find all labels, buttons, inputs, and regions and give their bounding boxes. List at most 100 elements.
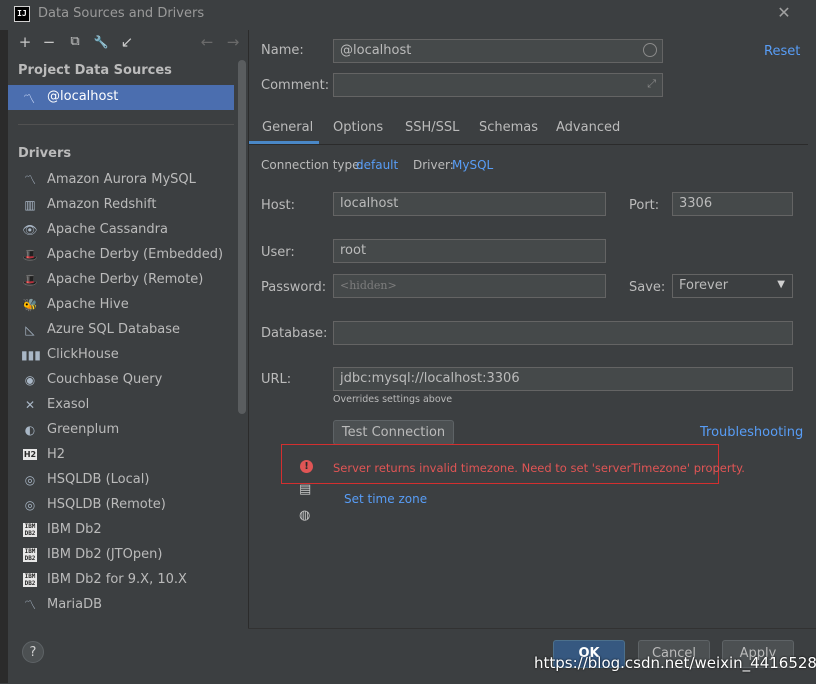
clickhouse-icon: ▮▮▮ — [21, 348, 41, 362]
driver-item[interactable]: 〽 MariaDB — [8, 593, 234, 618]
globe-icon[interactable]: ◍ — [299, 508, 310, 523]
wrench-icon[interactable]: 🔧 — [92, 32, 110, 52]
troubleshooting-link[interactable]: Troubleshooting — [700, 425, 803, 440]
url-value: jdbc:mysql://localhost:3306 — [340, 371, 520, 386]
driver-item[interactable]: 🎩 Apache Derby (Remote) — [8, 268, 234, 293]
driver-label: Amazon Aurora MySQL — [47, 172, 196, 187]
duplicate-icon[interactable]: ⧉ — [66, 32, 84, 52]
driver-item[interactable]: IBM DB2 IBM Db2 — [8, 518, 234, 543]
project-data-sources-heading: Project Data Sources — [18, 63, 172, 78]
mysql-dolphin-icon: 〽 — [23, 92, 36, 106]
ibm-db2-icon: IBM DB2 — [23, 548, 37, 562]
drivers-scrollbar[interactable] — [238, 60, 246, 414]
test-connection-button[interactable]: Test Connection — [333, 420, 454, 445]
mariadb-icon: 〽 — [23, 598, 36, 612]
derby-icon: 🎩 — [22, 273, 38, 287]
database-input[interactable] — [333, 321, 793, 345]
cassandra-icon: 👁 — [22, 223, 38, 237]
driver-link[interactable]: MySQL — [452, 158, 493, 172]
derby-icon: 🎩 — [22, 248, 38, 262]
h2-icon: H2 — [23, 449, 37, 460]
driver-item[interactable]: ◎ HSQLDB (Remote) — [8, 493, 234, 518]
import-icon[interactable]: ↙ — [118, 32, 136, 52]
close-icon[interactable]: ✕ — [774, 3, 794, 23]
password-input[interactable]: <hidden> — [333, 274, 606, 298]
port-label: Port: — [629, 198, 660, 213]
watermark-url: https://blog.csdn.net/weixin_44165280 — [534, 654, 816, 672]
driver-item[interactable]: ◎ HSQLDB (Local) — [8, 468, 234, 493]
driver-label: IBM Db2 — [47, 522, 102, 537]
driver-label: H2 — [47, 447, 66, 462]
greenplum-icon: ◐ — [24, 423, 36, 437]
driver-item[interactable]: 🎩 Apache Derby (Embedded) — [8, 243, 234, 268]
section-divider — [18, 124, 234, 125]
driver-item[interactable]: 👁 Apache Cassandra — [8, 218, 234, 243]
password-placeholder: <hidden> — [340, 279, 397, 292]
tab-advanced[interactable]: Advanced — [556, 120, 620, 135]
hsqldb-icon: ◎ — [24, 498, 36, 512]
title-bar: IJ Data Sources and Drivers ✕ — [0, 0, 816, 30]
driver-label: Greenplum — [47, 422, 120, 437]
host-value: localhost — [340, 196, 399, 211]
name-input[interactable]: @localhost — [333, 39, 663, 63]
url-input[interactable]: jdbc:mysql://localhost:3306 — [333, 367, 793, 391]
comment-input[interactable]: ⤢ — [333, 73, 663, 97]
host-label: Host: — [261, 198, 295, 213]
add-icon[interactable]: + — [16, 32, 34, 52]
save-label: Save: — [629, 280, 666, 295]
ibm-db2-icon: IBM DB2 — [23, 523, 37, 537]
driver-label: Amazon Redshift — [47, 197, 157, 212]
hsqldb-icon: ◎ — [24, 473, 36, 487]
driver-item[interactable]: ◺ Azure SQL Database — [8, 318, 234, 343]
remove-icon[interactable]: − — [40, 32, 58, 52]
hive-icon: 🐝 — [22, 298, 38, 312]
save-dropdown[interactable]: Forever ▼ — [672, 274, 793, 298]
expand-icon[interactable]: ⤢ — [647, 75, 656, 93]
user-input[interactable]: root — [333, 239, 606, 263]
drivers-heading: Drivers — [18, 146, 72, 161]
connection-type-dropdown[interactable]: default — [356, 158, 398, 172]
forward-arrow-icon[interactable]: → — [224, 32, 242, 52]
driver-item[interactable]: H2 H2 — [8, 443, 234, 468]
driver-item[interactable]: ▥ Amazon Redshift — [8, 193, 234, 218]
window-title: Data Sources and Drivers — [38, 6, 205, 21]
driver-item[interactable]: ◉ Couchbase Query — [8, 368, 234, 393]
help-button[interactable]: ? — [22, 641, 44, 663]
overrides-note: Overrides settings above — [333, 394, 453, 405]
save-value: Forever — [679, 278, 729, 293]
driver-item[interactable]: IBM DB2 IBM Db2 for 9.X, 10.X — [8, 568, 234, 593]
error-message: Server returns invalid timezone. Need to… — [333, 461, 745, 475]
driver-label: HSQLDB (Local) — [47, 472, 150, 487]
driver-item[interactable]: ◐ Greenplum — [8, 418, 234, 443]
background-window-edge — [0, 30, 8, 683]
driver-item[interactable]: ▮▮▮ ClickHouse — [8, 343, 234, 368]
driver-label: HSQLDB (Remote) — [47, 497, 166, 512]
driver-item[interactable]: ✕ Exasol — [8, 393, 234, 418]
exasol-icon: ✕ — [24, 398, 36, 412]
driver-label: Driver: — [413, 158, 454, 172]
back-arrow-icon[interactable]: ← — [198, 32, 216, 52]
driver-label: ClickHouse — [47, 347, 119, 362]
details-icon[interactable]: ▤ — [299, 482, 311, 497]
tab-schemas[interactable]: Schemas — [479, 120, 538, 135]
driver-label: Apache Derby (Embedded) — [47, 247, 224, 262]
dolphin-icon: 〽 — [23, 173, 36, 187]
dropdown-arrow-icon: ▼ — [777, 279, 785, 290]
tabs-divider — [249, 144, 808, 145]
driver-label: IBM Db2 (JTOpen) — [47, 547, 163, 562]
tab-general[interactable]: General — [262, 120, 313, 135]
driver-label: Azure SQL Database — [47, 322, 181, 337]
data-source-item-localhost[interactable]: 〽 @localhost — [8, 85, 234, 110]
tab-options[interactable]: Options — [333, 120, 383, 135]
driver-label: Couchbase Query — [47, 372, 163, 387]
color-picker-icon[interactable] — [643, 43, 657, 57]
driver-item[interactable]: 🐝 Apache Hive — [8, 293, 234, 318]
driver-item[interactable]: IBM DB2 IBM Db2 (JTOpen) — [8, 543, 234, 568]
set-time-zone-link[interactable]: Set time zone — [344, 492, 427, 506]
host-input[interactable]: localhost — [333, 192, 606, 216]
driver-item[interactable]: 〽 Amazon Aurora MySQL — [8, 168, 234, 193]
port-input[interactable]: 3306 — [672, 192, 793, 216]
user-label: User: — [261, 245, 295, 260]
tab-ssh-ssl[interactable]: SSH/SSL — [405, 120, 459, 135]
reset-link[interactable]: Reset — [764, 44, 800, 59]
